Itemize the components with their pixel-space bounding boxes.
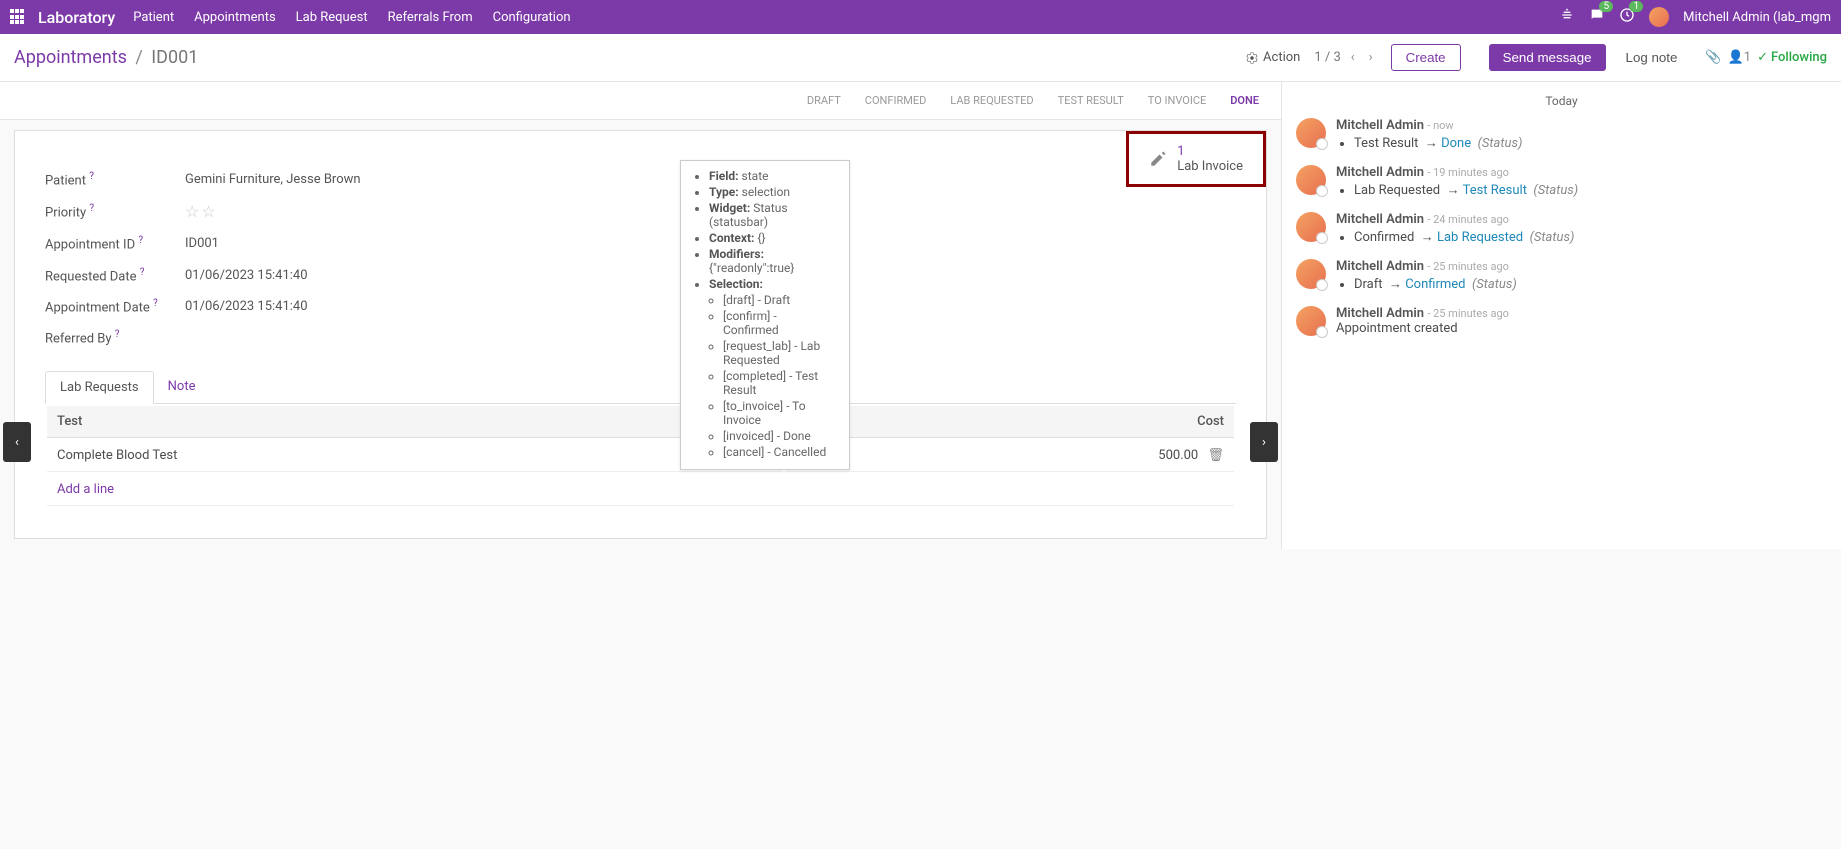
chatter: Today Mitchell Admin - now Test Result →… bbox=[1281, 82, 1841, 549]
avatar bbox=[1296, 259, 1326, 289]
topbar: Laboratory Patient Appointments Lab Requ… bbox=[0, 0, 1841, 34]
user-name[interactable]: Mitchell Admin (lab_mgm bbox=[1683, 10, 1831, 25]
tab-lab-requests[interactable]: Lab Requests bbox=[45, 371, 154, 404]
col-test: Test bbox=[47, 406, 783, 438]
status-to-invoice[interactable]: TO INVOICE bbox=[1136, 88, 1218, 113]
tab-note[interactable]: Note bbox=[154, 371, 210, 403]
reqdate-value[interactable]: 01/06/2023 15:41:40 bbox=[185, 268, 308, 283]
nav-patient[interactable]: Patient bbox=[133, 10, 174, 25]
activity-icon[interactable]: 1 bbox=[1619, 7, 1635, 27]
send-message-button[interactable]: Send message bbox=[1489, 44, 1606, 71]
message: Mitchell Admin - 25 minutes ago Draft → … bbox=[1296, 259, 1827, 292]
breadcrumb-root[interactable]: Appointments bbox=[14, 47, 127, 68]
prev-record-arrow[interactable]: ‹ bbox=[3, 422, 31, 462]
pager-next-icon[interactable]: › bbox=[1365, 48, 1377, 67]
control-panel: Appointments / ID001 Action 1 / 3 ‹ › Cr… bbox=[0, 34, 1841, 82]
lab-invoice-stat-button[interactable]: 1 Lab Invoice bbox=[1126, 131, 1266, 187]
action-menu[interactable]: Action bbox=[1245, 50, 1300, 65]
status-done[interactable]: DONE bbox=[1218, 88, 1271, 113]
top-nav: Patient Appointments Lab Request Referra… bbox=[133, 10, 570, 25]
message: Mitchell Admin - 19 minutes ago Lab Requ… bbox=[1296, 165, 1827, 198]
form-view: ‹ › DRAFT CONFIRMED LAB REQUESTED TEST R… bbox=[0, 82, 1281, 549]
edit-icon bbox=[1149, 150, 1167, 168]
nav-configuration[interactable]: Configuration bbox=[493, 10, 571, 25]
cell-test: Complete Blood Test bbox=[47, 440, 783, 472]
next-record-arrow[interactable]: › bbox=[1250, 422, 1278, 462]
avatar bbox=[1296, 165, 1326, 195]
status-draft[interactable]: DRAFT bbox=[795, 88, 853, 113]
status-test-result[interactable]: TEST RESULT bbox=[1046, 88, 1136, 113]
nav-appointments[interactable]: Appointments bbox=[194, 10, 276, 25]
apptid-value: ID001 bbox=[185, 236, 219, 251]
patient-label: Patient ? bbox=[45, 171, 185, 188]
priority-stars[interactable]: ☆☆ bbox=[185, 202, 218, 221]
apptid-label: Appointment ID ? bbox=[45, 235, 185, 252]
top-right: 5 1 Mitchell Admin (lab_mgm bbox=[1559, 7, 1831, 27]
patient-value[interactable]: Gemini Furniture, Jesse Brown bbox=[185, 172, 361, 187]
create-button[interactable]: Create bbox=[1391, 44, 1461, 71]
col-cost: Cost bbox=[785, 406, 1234, 438]
table-row[interactable]: Complete Blood Test 500.00 🗑 bbox=[47, 440, 1234, 472]
breadcrumb-current: ID001 bbox=[151, 47, 198, 68]
field-group: Patient ? Gemini Furniture, Jesse Brown … bbox=[45, 171, 1236, 347]
pager-count: 1 / 3 bbox=[1314, 50, 1340, 65]
lab-requests-table: Test Cost Complete Blood Test 500.00 🗑 A… bbox=[45, 404, 1236, 508]
form-sheet: 1 Lab Invoice Patient ? Gemini Furniture… bbox=[14, 130, 1267, 539]
breadcrumb: Appointments / ID001 bbox=[14, 47, 198, 68]
refby-label: Referred By ? bbox=[45, 329, 185, 346]
messages-icon[interactable]: 5 bbox=[1589, 7, 1605, 27]
nav-referrals[interactable]: Referrals From bbox=[388, 10, 473, 25]
message: Mitchell Admin - 24 minutes ago Confirme… bbox=[1296, 212, 1827, 245]
reqdate-label: Requested Date ? bbox=[45, 267, 185, 284]
brand[interactable]: Laboratory bbox=[38, 8, 115, 27]
avatar bbox=[1296, 118, 1326, 148]
chatter-today: Today bbox=[1296, 94, 1827, 108]
field-tooltip: Field: state Type: selection Widget: Sta… bbox=[680, 160, 850, 470]
trash-icon[interactable]: 🗑 bbox=[1207, 448, 1224, 463]
nav-lab-request[interactable]: Lab Request bbox=[296, 10, 368, 25]
bug-icon[interactable] bbox=[1559, 7, 1575, 27]
apptdate-label: Appointment Date ? bbox=[45, 298, 185, 315]
avatar bbox=[1296, 212, 1326, 242]
status-confirmed[interactable]: CONFIRMED bbox=[853, 88, 939, 113]
message: Mitchell Admin - 25 minutes ago Appointm… bbox=[1296, 306, 1827, 336]
apptdate-value[interactable]: 01/06/2023 15:41:40 bbox=[185, 299, 308, 314]
pager: 1 / 3 ‹ › bbox=[1314, 48, 1376, 67]
log-note-button[interactable]: Log note bbox=[1612, 44, 1692, 71]
attachment-icon[interactable]: 📎 bbox=[1705, 50, 1721, 65]
statusbar: DRAFT CONFIRMED LAB REQUESTED TEST RESUL… bbox=[0, 82, 1281, 120]
apps-icon[interactable] bbox=[10, 9, 26, 25]
message: Mitchell Admin - now Test Result → Done … bbox=[1296, 118, 1827, 151]
cell-cost: 500.00 🗑 bbox=[785, 440, 1234, 472]
priority-label: Priority ? bbox=[45, 203, 185, 220]
user-avatar[interactable] bbox=[1649, 7, 1669, 27]
pager-prev-icon[interactable]: ‹ bbox=[1347, 48, 1359, 67]
avatar bbox=[1296, 306, 1326, 336]
status-lab-requested[interactable]: LAB REQUESTED bbox=[938, 88, 1045, 113]
following-button[interactable]: ✓ Following bbox=[1757, 50, 1827, 65]
main: ‹ › DRAFT CONFIRMED LAB REQUESTED TEST R… bbox=[0, 82, 1841, 549]
add-line[interactable]: Add a line bbox=[47, 474, 1234, 506]
follower-count[interactable]: 👤1 bbox=[1728, 50, 1752, 65]
tabs: Lab Requests Note bbox=[45, 371, 1236, 404]
